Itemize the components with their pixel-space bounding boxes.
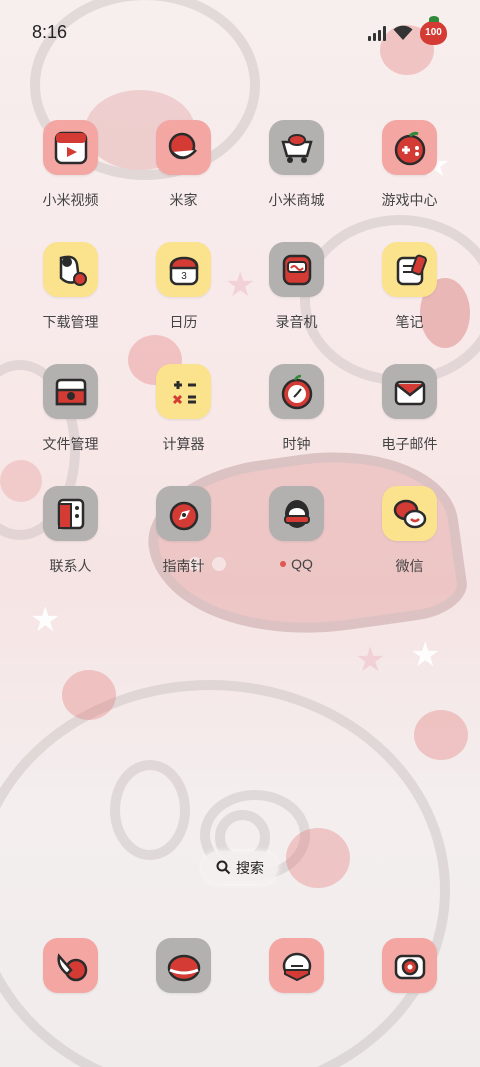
- wechat-icon[interactable]: [382, 486, 437, 541]
- search-icon: [216, 860, 231, 875]
- search-button[interactable]: 搜索: [202, 851, 278, 884]
- signal-icon: [368, 26, 388, 41]
- app-label: 计算器: [162, 436, 205, 452]
- app-contacts[interactable]: 联系人: [14, 486, 127, 596]
- app-label: 下载管理: [42, 314, 99, 330]
- app-qq[interactable]: QQ: [240, 486, 353, 596]
- app-label-text: QQ: [291, 556, 313, 572]
- video-play-icon[interactable]: [43, 120, 98, 175]
- app-label: 时钟: [282, 436, 311, 452]
- app-mi-video[interactable]: 小米视频: [14, 120, 127, 230]
- app-downloads[interactable]: 下载管理: [14, 242, 127, 352]
- camera-icon[interactable]: [382, 938, 437, 993]
- app-compass[interactable]: 指南针: [127, 486, 240, 596]
- calculator-icon[interactable]: [156, 364, 211, 419]
- clock-icon[interactable]: [269, 364, 324, 419]
- qq-icon[interactable]: [269, 486, 324, 541]
- app-label: 小米商城: [268, 192, 325, 208]
- battery-icon: 100: [420, 16, 447, 45]
- app-label: 米家: [169, 192, 198, 208]
- app-wechat[interactable]: 微信: [353, 486, 466, 596]
- app-mi-store[interactable]: 小米商城: [240, 120, 353, 230]
- compass-icon[interactable]: [156, 486, 211, 541]
- dock-camera[interactable]: [353, 938, 466, 1048]
- app-label: QQ: [240, 556, 353, 572]
- dock-messages[interactable]: [127, 938, 240, 1048]
- app-label: 微信: [395, 558, 424, 574]
- search-label: 搜索: [236, 859, 264, 876]
- contacts-icon[interactable]: [43, 486, 98, 541]
- app-label: 游戏中心: [381, 192, 438, 208]
- dock-chat[interactable]: [240, 938, 353, 1048]
- app-label: 电子邮件: [381, 436, 438, 452]
- app-calendar[interactable]: 3 日历: [127, 242, 240, 352]
- shopping-cart-icon[interactable]: [269, 120, 324, 175]
- calendar-icon[interactable]: 3: [156, 242, 211, 297]
- app-label: 日历: [169, 314, 198, 330]
- app-clock[interactable]: 时钟: [240, 364, 353, 474]
- status-bar: 8:16 100: [0, 0, 480, 66]
- app-label: 小米视频: [42, 192, 99, 208]
- download-character-icon[interactable]: [43, 242, 98, 297]
- app-game-center[interactable]: 游戏中心: [353, 120, 466, 230]
- app-mijia[interactable]: 米家: [127, 120, 240, 230]
- dock-phone[interactable]: [14, 938, 127, 1048]
- dock: [14, 938, 466, 996]
- recorder-icon[interactable]: [269, 242, 324, 297]
- messages-icon[interactable]: [156, 938, 211, 993]
- wifi-icon: [393, 25, 413, 40]
- new-badge-dot: [280, 561, 287, 568]
- notes-icon[interactable]: [382, 242, 437, 297]
- gamepad-icon[interactable]: [382, 120, 437, 175]
- battery-level: 100: [425, 27, 442, 38]
- status-time: 8:16: [32, 22, 68, 42]
- app-file-manager[interactable]: 文件管理: [14, 364, 127, 474]
- app-calculator[interactable]: 计算器: [127, 364, 240, 474]
- chat-bubble-icon[interactable]: [269, 938, 324, 993]
- app-email[interactable]: 电子邮件: [353, 364, 466, 474]
- app-label: 笔记: [395, 314, 424, 330]
- phone-icon[interactable]: [43, 938, 98, 993]
- mijia-hand-icon[interactable]: [156, 120, 211, 175]
- app-label: 联系人: [49, 558, 92, 574]
- folder-icon[interactable]: [43, 364, 98, 419]
- calendar-day: 3: [181, 271, 187, 282]
- app-notes[interactable]: 笔记: [353, 242, 466, 352]
- app-label: 文件管理: [42, 436, 99, 452]
- app-label: 指南针: [162, 558, 205, 574]
- app-recorder[interactable]: 录音机: [240, 242, 353, 352]
- app-label: 录音机: [275, 314, 318, 330]
- mail-icon[interactable]: [382, 364, 437, 419]
